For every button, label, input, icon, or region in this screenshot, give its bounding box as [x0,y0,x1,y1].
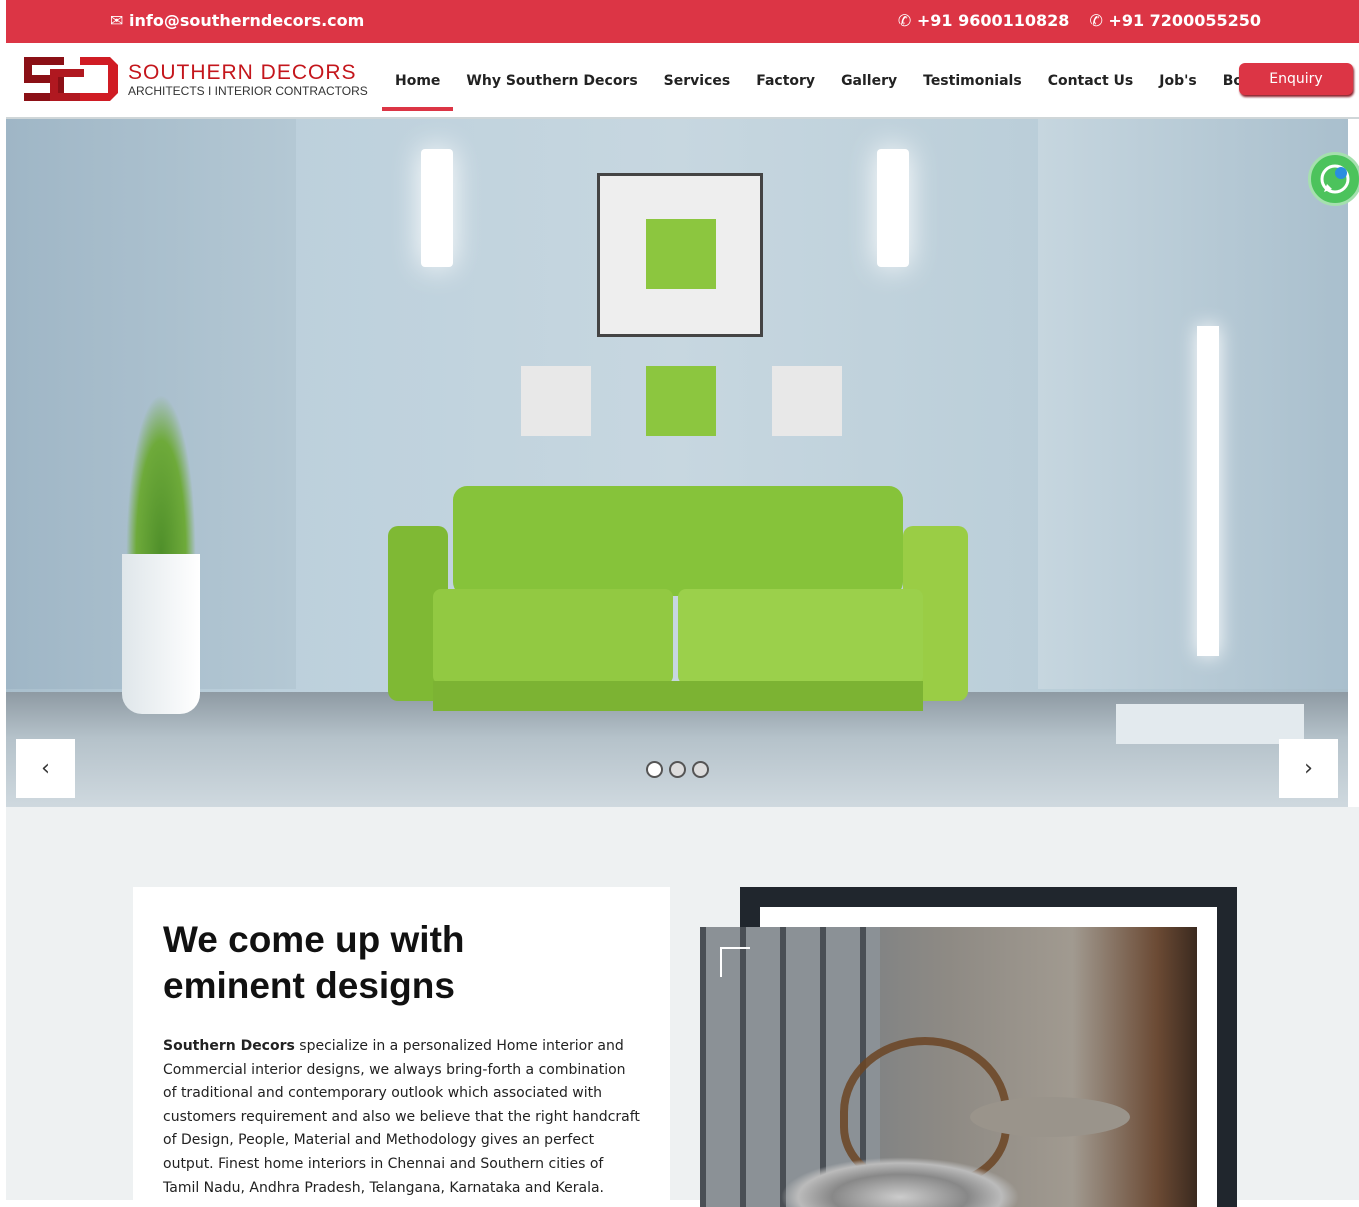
phone-link-1[interactable]: ✆ +91 9600110828 [898,11,1070,30]
about-heading: We come up with eminent designs [163,919,465,1006]
phone-icon: ✆ [897,11,917,30]
phone-link-2[interactable]: ✆ +91 7200055250 [1089,11,1261,30]
plant [126,394,196,554]
slider-dot-1[interactable] [646,761,663,778]
wall-right [1038,119,1348,689]
slider-dots [646,761,709,778]
interior-photo [700,927,1197,1207]
nav-jobs[interactable]: Job's [1146,43,1209,119]
navbar: SOUTHERN DECORS ARCHITECTS I INTERIOR CO… [6,43,1359,119]
logo[interactable]: SOUTHERN DECORS ARCHITECTS I INTERIOR CO… [20,53,368,105]
about-card: We come up with eminent designs Southern … [133,887,670,1207]
wall-lamp [421,149,453,267]
wall-lamp [877,149,909,267]
envelope-icon: ✉ [110,11,129,30]
nav-testimonials[interactable]: Testimonials [910,43,1035,119]
floor-lamp [1197,326,1219,656]
slider-next-button[interactable]: › [1279,739,1338,798]
logo-mark [20,53,122,105]
nav-services[interactable]: Services [651,43,744,119]
wall-tile [772,366,842,436]
nav-gallery[interactable]: Gallery [828,43,910,119]
chevron-left-icon: ‹ [41,756,50,781]
nav-factory[interactable]: Factory [743,43,828,119]
slider-dot-3[interactable] [692,761,709,778]
wall-tile [646,366,716,436]
picture-frame [597,173,763,337]
whatsapp-icon [1320,164,1350,194]
green-sofa [388,486,968,711]
about-text: Southern Decors specialize in a personal… [163,1038,640,1196]
nav-home[interactable]: Home [382,43,454,119]
nav-contact-us[interactable]: Contact Us [1035,43,1147,119]
chevron-right-icon: › [1304,756,1313,781]
hero-slider: ‹ › [6,119,1348,807]
wall-tile [521,366,591,436]
phone-icon: ✆ [1089,11,1109,30]
nav-why-southern-decors[interactable]: Why Southern Decors [453,43,650,119]
top-bar: ✉ info@southerndecors.com ✆ +91 96001108… [6,0,1359,43]
main-menu: Home Why Southern Decors Services Factor… [382,43,1300,119]
email-link[interactable]: ✉ info@southerndecors.com [110,11,364,30]
slider-prev-button[interactable]: ‹ [16,739,75,798]
whatsapp-chat-button[interactable] [1308,152,1359,206]
slider-dot-2[interactable] [669,761,686,778]
lamp-base [1116,704,1304,744]
plant-vase [122,554,200,714]
enquiry-button[interactable]: Enquiry [1239,63,1353,95]
